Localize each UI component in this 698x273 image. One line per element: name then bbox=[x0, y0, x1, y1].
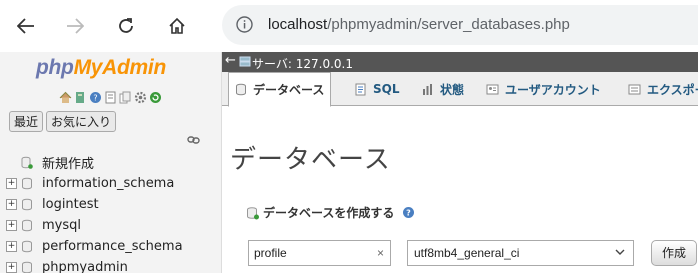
clear-input-icon[interactable]: × bbox=[377, 241, 384, 265]
tab-label: データベース bbox=[253, 83, 325, 97]
collation-value: utf8mb4_general_ci bbox=[414, 246, 520, 260]
favorites-tab[interactable]: お気に入り bbox=[46, 111, 117, 132]
database-label: phpmyadmin bbox=[42, 260, 128, 273]
forward-button[interactable] bbox=[58, 9, 92, 43]
database-label: performance_schema bbox=[42, 239, 183, 254]
info-icon bbox=[236, 16, 253, 33]
database-item-phpmyadmin[interactable]: + phpmyadmin bbox=[6, 257, 221, 273]
arrow-right-icon bbox=[67, 18, 84, 34]
back-button[interactable] bbox=[9, 9, 43, 43]
expand-icon[interactable]: + bbox=[6, 220, 17, 231]
database-icon bbox=[236, 83, 246, 96]
phpmyadmin-logo[interactable]: phpMyAdmin bbox=[36, 56, 166, 80]
database-tree: 新規作成 + information_schema + logintest + … bbox=[6, 152, 221, 273]
tab-label: ユーザアカウント bbox=[505, 82, 601, 97]
new-database-label: 新規作成 bbox=[42, 157, 95, 172]
link-icon[interactable] bbox=[187, 135, 200, 145]
tab-user-accounts[interactable]: ユーザアカウント bbox=[480, 72, 607, 106]
database-item-performance-schema[interactable]: + performance_schema bbox=[6, 236, 221, 257]
database-label: logintest bbox=[42, 197, 99, 212]
main-panel: ← サーバ: 127.0.0.1 データベース SQL 状態 ユーザアカウント … bbox=[222, 52, 698, 273]
status-chart-icon bbox=[423, 83, 432, 95]
home-button[interactable] bbox=[160, 9, 194, 43]
database-label: information_schema bbox=[42, 176, 175, 191]
gear-icon[interactable] bbox=[134, 89, 147, 104]
server-breadcrumb: ← サーバ: 127.0.0.1 bbox=[222, 52, 698, 72]
help-icon[interactable]: ? bbox=[89, 89, 102, 103]
tab-label: 状態 bbox=[440, 82, 465, 97]
documentation-icon[interactable] bbox=[104, 89, 117, 104]
nav-tab-group: 最近 お気に入り bbox=[9, 111, 117, 132]
address-bar[interactable]: localhost/phpmyadmin/server_databases.ph… bbox=[222, 5, 698, 45]
new-database-icon bbox=[247, 206, 259, 219]
database-icon bbox=[21, 261, 33, 273]
recent-tab[interactable]: 最近 bbox=[9, 111, 44, 132]
create-database-button[interactable]: 作成 bbox=[651, 240, 697, 266]
page-title: データベース bbox=[230, 145, 391, 175]
database-name-input[interactable]: profile × bbox=[248, 240, 391, 266]
expand-icon[interactable]: + bbox=[6, 199, 17, 210]
sql-icon bbox=[355, 83, 366, 95]
copy-icon[interactable] bbox=[119, 89, 132, 104]
database-item-logintest[interactable]: + logintest bbox=[6, 194, 221, 215]
tab-sql[interactable]: SQL bbox=[348, 72, 406, 106]
refresh-icon[interactable] bbox=[149, 89, 162, 103]
tab-export[interactable]: エクスポート bbox=[622, 72, 698, 106]
database-icon bbox=[21, 240, 33, 253]
export-icon bbox=[628, 84, 641, 94]
home-icon bbox=[169, 17, 185, 34]
new-database-item[interactable]: 新規作成 bbox=[6, 152, 221, 173]
svg-text:?: ? bbox=[93, 94, 97, 103]
logout-icon[interactable] bbox=[74, 89, 87, 103]
new-database-icon bbox=[21, 156, 33, 169]
user-accounts-icon bbox=[486, 84, 499, 94]
collapse-nav-button[interactable]: ← bbox=[225, 53, 236, 68]
database-name-value: profile bbox=[254, 246, 287, 260]
tab-label: エクスポート bbox=[647, 82, 698, 97]
reload-button[interactable] bbox=[109, 9, 143, 43]
database-icon bbox=[21, 198, 33, 211]
tab-strip: データベース SQL 状態 ユーザアカウント エクスポート bbox=[222, 72, 698, 107]
tab-status[interactable]: 状態 bbox=[415, 72, 470, 106]
database-icon bbox=[21, 219, 33, 232]
create-database-label: データベースを作成する bbox=[263, 206, 395, 220]
tab-label: SQL bbox=[373, 82, 400, 96]
expand-icon[interactable]: + bbox=[6, 241, 17, 252]
chevron-down-icon bbox=[615, 249, 625, 255]
expand-icon[interactable]: + bbox=[6, 262, 17, 273]
reload-icon bbox=[119, 18, 133, 33]
create-database-heading: データベースを作成する ? bbox=[246, 204, 415, 221]
url-text: localhost/phpmyadmin/server_databases.ph… bbox=[268, 16, 570, 33]
database-item-mysql[interactable]: + mysql bbox=[6, 215, 221, 236]
svg-text:?: ? bbox=[407, 209, 412, 218]
browser-toolbar: localhost/phpmyadmin/server_databases.ph… bbox=[0, 0, 698, 52]
nav-icon-row: ? bbox=[59, 89, 162, 104]
home-icon[interactable] bbox=[59, 89, 72, 103]
tab-databases[interactable]: データベース bbox=[228, 72, 332, 107]
database-label: mysql bbox=[42, 218, 81, 233]
arrow-left-icon bbox=[17, 18, 34, 34]
database-item-information-schema[interactable]: + information_schema bbox=[6, 173, 221, 194]
navigation-panel: phpMyAdmin ? 最近 お気に入り 新規作成 + information… bbox=[0, 52, 222, 273]
collation-select[interactable]: utf8mb4_general_ci bbox=[407, 240, 634, 266]
server-icon bbox=[239, 56, 251, 67]
expand-icon[interactable]: + bbox=[6, 178, 17, 189]
database-icon bbox=[21, 177, 33, 190]
server-label[interactable]: サーバ: 127.0.0.1 bbox=[252, 55, 353, 72]
help-icon[interactable]: ? bbox=[402, 206, 415, 219]
